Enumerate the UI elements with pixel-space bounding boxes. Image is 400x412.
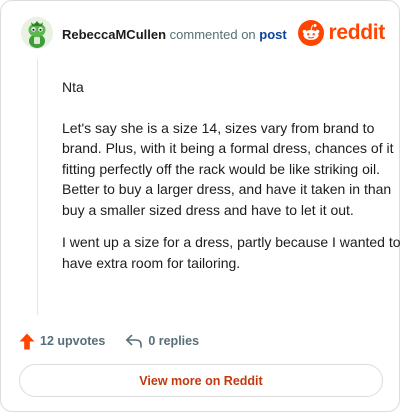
snoo-avatar-icon <box>21 17 53 49</box>
comment-body: Nta Let's say she is a size 14, sizes va… <box>62 77 400 285</box>
comment-paragraph: I went up a size for a dress, partly bec… <box>62 234 400 271</box>
upvote-button[interactable]: 12 upvotes <box>19 333 105 350</box>
comment-paragraph: Let's say she is a size 14, sizes vary f… <box>62 119 394 218</box>
post-link[interactable]: post <box>259 27 286 42</box>
upvote-arrow-icon <box>19 333 35 349</box>
comment-paragraph: Nta <box>62 79 84 95</box>
upvote-count: 12 upvotes <box>40 334 106 348</box>
author-line: RebeccaMCullen commented on post <box>62 27 287 42</box>
reddit-wordmark: reddit <box>328 21 385 44</box>
comment-actions: 12 upvotes 0 replies <box>19 331 199 351</box>
replies-button[interactable]: 0 replies <box>125 333 199 349</box>
author-name[interactable]: RebeccaMCullen <box>62 27 166 42</box>
reddit-snoo-icon <box>298 20 325 46</box>
comment-header: RebeccaMCullen commented on post reddit <box>21 17 385 53</box>
avatar[interactable] <box>21 17 53 49</box>
replies-count: 0 replies <box>148 334 200 348</box>
embedded-comment-card: RebeccaMCullen commented on post reddit … <box>0 0 400 412</box>
view-more-button[interactable]: View more on Reddit <box>19 364 383 397</box>
commented-on-label: commented on <box>169 27 256 42</box>
reddit-logo[interactable]: reddit <box>298 19 385 47</box>
reply-arrow-icon <box>126 334 143 348</box>
thread-line <box>37 59 38 315</box>
